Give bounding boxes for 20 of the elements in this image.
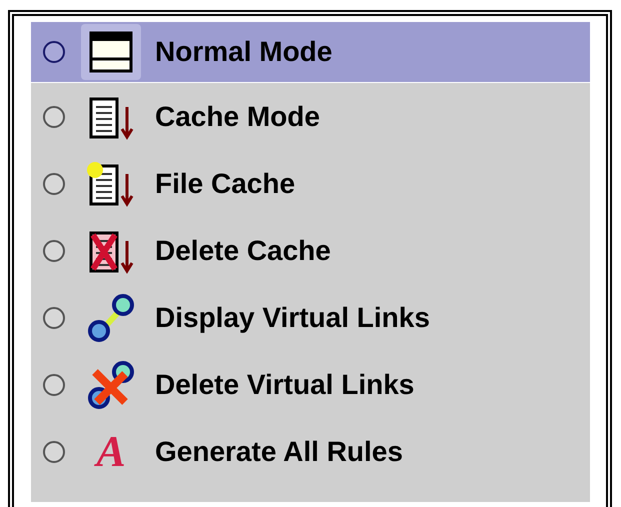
chain-link-icon — [85, 292, 137, 342]
menu-item-label: Normal Mode — [155, 36, 332, 68]
menu-item[interactable]: Normal Mode — [31, 22, 590, 85]
radio-button[interactable] — [43, 306, 65, 328]
radio-button[interactable] — [43, 240, 65, 262]
window-icon — [89, 31, 133, 73]
menu-item-label: Cache Mode — [155, 100, 320, 132]
menu-item-label: Delete Virtual Links — [155, 368, 414, 400]
menu-item-label: Generate All Rules — [155, 436, 403, 468]
menu-item-label: Display Virtual Links — [155, 302, 430, 334]
menu-item-label: File Cache — [155, 168, 296, 200]
document-star-icon — [87, 160, 135, 208]
radio-button[interactable] — [43, 440, 65, 462]
radio-button[interactable] — [43, 106, 65, 128]
menu-item-label: Delete Cache — [155, 234, 331, 266]
chain-link-delete-icon — [85, 360, 137, 410]
radio-button[interactable] — [43, 172, 65, 194]
radio-button[interactable] — [43, 374, 65, 396]
letter-a-icon: A — [96, 430, 126, 474]
radio-button[interactable] — [43, 41, 65, 63]
